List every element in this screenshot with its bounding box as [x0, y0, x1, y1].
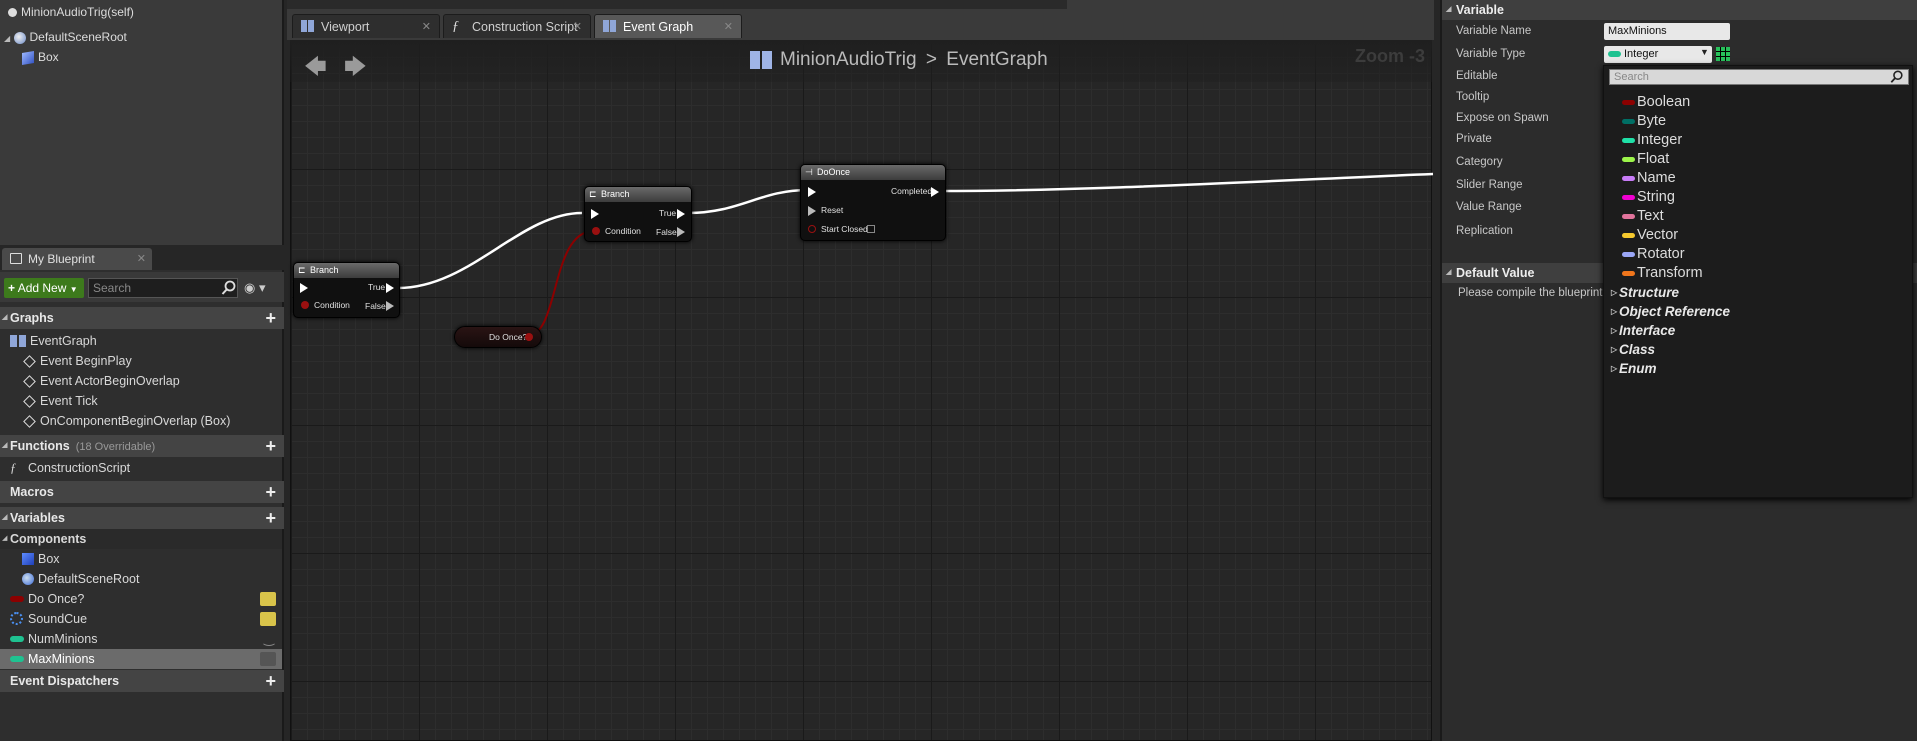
- type-search-input[interactable]: Search: [1609, 69, 1909, 85]
- boolean-type-icon: [1622, 100, 1635, 105]
- start-closed-input-pin[interactable]: [808, 225, 816, 233]
- expand-arrow-icon: ▷: [1611, 307, 1618, 316]
- exec-input-pin[interactable]: [591, 209, 599, 219]
- doonce-node[interactable]: DoOnce ⊣ Completed Reset Start Closed: [800, 164, 946, 241]
- expand-arrow-icon: ▷: [1611, 288, 1618, 297]
- start-closed-checkbox[interactable]: [867, 225, 875, 233]
- type-option-float[interactable]: Float: [1609, 150, 1669, 169]
- branch-node[interactable]: Branch ⊏ True Condition False: [293, 262, 400, 318]
- transform-type-icon: [1622, 271, 1635, 276]
- type-option-string[interactable]: String: [1609, 188, 1675, 207]
- expand-arrow-icon: ▷: [1611, 345, 1618, 354]
- type-option-rotator[interactable]: Rotator: [1609, 245, 1685, 264]
- type-option-name[interactable]: Name: [1609, 169, 1676, 188]
- byte-type-icon: [1622, 119, 1635, 124]
- condition-input-pin[interactable]: [301, 301, 309, 309]
- exec-input-pin[interactable]: [808, 187, 816, 197]
- type-category-class[interactable]: ▷ Class: [1609, 340, 1655, 359]
- reset-input-pin[interactable]: [808, 206, 816, 216]
- branch-icon: ⊏: [298, 265, 306, 275]
- chevron-down-icon: ▼: [1700, 47, 1709, 57]
- search-icon[interactable]: [1890, 70, 1904, 84]
- type-option-text[interactable]: Text: [1609, 207, 1664, 226]
- completed-output-pin[interactable]: [931, 187, 939, 197]
- macro-icon: ⊣: [805, 167, 813, 177]
- integer-type-icon: [1608, 51, 1621, 57]
- type-category-object-reference[interactable]: ▷ Object Reference: [1609, 302, 1730, 321]
- type-option-transform[interactable]: Transform: [1609, 264, 1703, 283]
- type-category-enum[interactable]: ▷ Enum: [1609, 359, 1657, 378]
- branch-icon: ⊏: [589, 189, 597, 199]
- get-do-once-variable-node[interactable]: Do Once?: [454, 326, 542, 348]
- exec-input-pin[interactable]: [300, 283, 308, 293]
- expand-arrow-icon: ▷: [1611, 326, 1618, 335]
- name-type-icon: [1622, 176, 1635, 181]
- float-type-icon: [1622, 157, 1635, 162]
- exec-wire: [397, 211, 583, 290]
- type-category-structure[interactable]: ▷ Structure: [1609, 283, 1679, 302]
- variable-name-input[interactable]: MaxMinions: [1604, 23, 1730, 40]
- collapse-arrow-icon: ◢: [1446, 269, 1452, 276]
- boolean-wire: [526, 230, 595, 337]
- branch-node[interactable]: Branch ⊏ True Condition False: [584, 186, 692, 242]
- exec-wire: [937, 172, 1434, 193]
- rotator-type-icon: [1622, 252, 1635, 257]
- exec-wire: [687, 188, 809, 215]
- vector-type-icon: [1622, 233, 1635, 238]
- type-category-interface[interactable]: ▷ Interface: [1609, 321, 1675, 340]
- type-option-vector[interactable]: Vector: [1609, 226, 1678, 245]
- condition-input-pin[interactable]: [592, 227, 600, 235]
- variable-section-header[interactable]: ◢ Variable: [1442, 0, 1917, 20]
- false-output-pin[interactable]: [386, 301, 394, 311]
- false-output-pin[interactable]: [677, 227, 685, 237]
- collapse-arrow-icon: ◢: [1446, 6, 1452, 13]
- type-option-boolean[interactable]: Boolean: [1609, 93, 1690, 112]
- string-type-icon: [1622, 195, 1635, 200]
- true-output-pin[interactable]: [677, 209, 685, 219]
- true-output-pin[interactable]: [386, 283, 394, 293]
- type-option-integer[interactable]: Integer: [1609, 131, 1682, 150]
- text-type-icon: [1622, 214, 1635, 219]
- integer-type-icon: [1622, 138, 1635, 143]
- boolean-output-pin[interactable]: [525, 333, 533, 341]
- type-option-byte[interactable]: Byte: [1609, 112, 1666, 131]
- container-type-grid-icon[interactable]: [1716, 47, 1730, 61]
- expand-arrow-icon: ▷: [1611, 364, 1618, 373]
